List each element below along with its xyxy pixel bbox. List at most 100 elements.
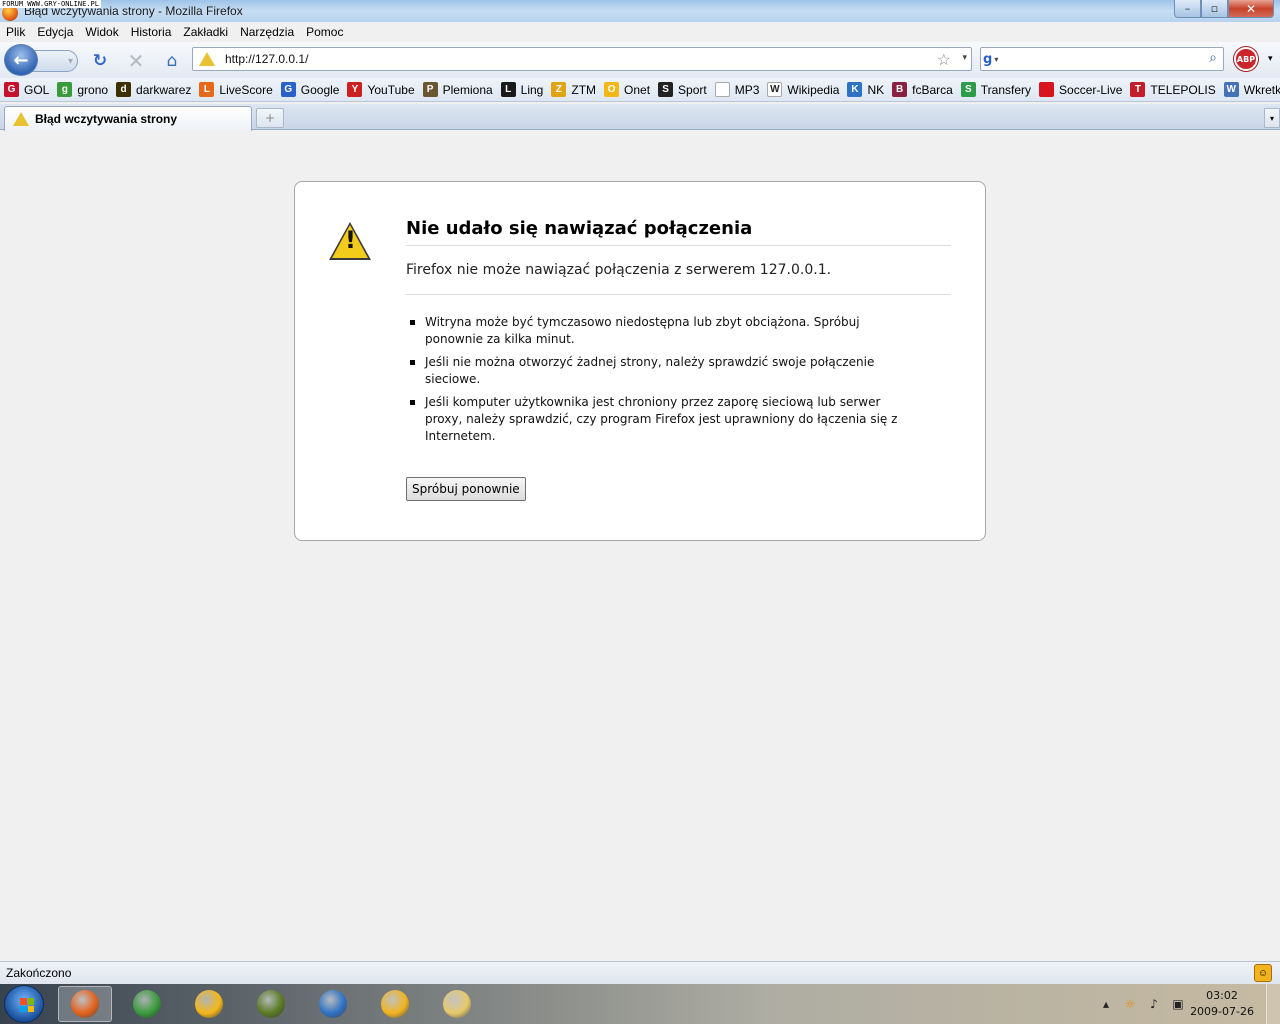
bookmark-telepolis[interactable]: T TELEPOLIS [1126, 82, 1219, 97]
sun-icon[interactable]: ☼ [1122, 996, 1138, 1012]
bookmark-google[interactable]: G Google [277, 82, 344, 97]
error-panel: ! Nie udało się nawiązać połączenia Fire… [294, 181, 986, 541]
bookmark-darkwarez[interactable]: d darkwarez [112, 82, 195, 97]
back-button[interactable]: ← [4, 44, 38, 76]
winamp-icon [381, 990, 409, 1018]
new-tab-button[interactable]: + [256, 108, 284, 128]
menu-pomoc[interactable]: Pomoc [300, 25, 349, 39]
bookmark-fcbarca[interactable]: BfcBarca [888, 82, 957, 97]
search-icon[interactable]: ⌕ [1209, 50, 1217, 66]
fcbarca-icon: B [892, 82, 908, 97]
show-desktop-button[interactable] [1266, 984, 1280, 1024]
onet-icon: O [604, 82, 620, 97]
bookmark-nk[interactable]: K NK [843, 82, 888, 97]
bookmark-label: Sport [678, 82, 707, 97]
google-search-engine-icon[interactable]: g ▾ [983, 50, 1011, 68]
url-bar[interactable]: http://127.0.0.1/ ☆ ▾ [192, 47, 972, 71]
network-icon[interactable]: ▣ [1170, 996, 1186, 1012]
search-bar[interactable]: g ▾ ⌕ [980, 47, 1224, 71]
bookmark-gol[interactable]: G GOL [0, 82, 53, 97]
maximize-button[interactable]: ▫ [1201, 0, 1228, 18]
error-suggestions: Witryna może być tymczasowo niedostępna … [410, 314, 920, 451]
menu-bar: Plik Edycja Widok Historia Zakładki Narz… [0, 22, 1280, 42]
volume-icon[interactable]: ♪ [1146, 996, 1162, 1012]
home-icon[interactable]: ⌂ [162, 51, 182, 71]
menu-edycja[interactable]: Edycja [31, 25, 79, 39]
bookmark-livescore[interactable]: L LiveScore [195, 82, 276, 97]
bookmark-label: Wikipedia [787, 82, 840, 97]
retry-button[interactable]: Spróbuj ponownie [406, 477, 526, 501]
chevron-down-icon[interactable]: ▾ [68, 56, 73, 67]
bookmark-label: Transfery [980, 82, 1032, 97]
bookmark-sport[interactable]: S Sport [654, 82, 711, 97]
menu-historia[interactable]: Historia [125, 25, 178, 39]
window-controls: – ▫ ✕ [1174, 0, 1274, 18]
bookmark-wkretka[interactable]: W Wkretka [1220, 82, 1280, 97]
taskbar: ▴ ☼ ♪ ▣ 03:02 2009-07-26 [0, 984, 1280, 1024]
gadu-gadu-taskbar-button[interactable] [182, 986, 236, 1022]
adblock-plus-icon[interactable]: ABP [1234, 47, 1258, 71]
sun-icon [195, 990, 223, 1018]
bookmark-plemiona[interactable]: P Plemiona [419, 82, 497, 97]
darkwarez-icon: d [116, 82, 132, 97]
close-button[interactable]: ✕ [1228, 0, 1274, 18]
ztm-icon: Z [551, 82, 567, 97]
watermark: FORUM WWW.GRY-ONLINE.PL [0, 0, 101, 8]
bookmark-youtube[interactable]: Y YouTube [343, 82, 418, 97]
bookmark-grono[interactable]: g grono [53, 82, 112, 97]
reload-icon[interactable]: ↻ [90, 51, 110, 71]
exclamation-icon: ! [345, 226, 356, 254]
warning-icon [13, 112, 29, 126]
list-item: Witryna może być tymczasowo niedostępna … [410, 314, 920, 348]
ling-icon: L [500, 82, 516, 97]
status-text: Zakończono [6, 966, 72, 980]
aimp-taskbar-button[interactable] [306, 986, 360, 1022]
transfery-icon: S [960, 82, 976, 97]
stop-icon[interactable]: ✕ [126, 49, 146, 73]
bookmark-label: MP3 [734, 82, 760, 97]
bookmark-label: GOL [24, 82, 50, 97]
bookmark-soccer-live[interactable]: Soccer-Live [1035, 82, 1126, 97]
url-history-dropdown-icon[interactable]: ▾ [962, 52, 967, 63]
bookmark-label: Plemiona [442, 82, 493, 97]
chrome-taskbar-button[interactable] [120, 986, 174, 1022]
bookmark-ling[interactable]: L Ling [497, 82, 548, 97]
tab-error-page[interactable]: Błąd wczytywania strony [4, 106, 252, 131]
clock-date: 2009-07-26 [1190, 1005, 1254, 1018]
start-button[interactable] [4, 985, 44, 1023]
bookmark-wikipedia[interactable]: W Wikipedia [763, 82, 843, 97]
menu-zakladki[interactable]: Zakładki [177, 25, 234, 39]
bookmark-label: Ling [520, 82, 544, 97]
clock[interactable]: 03:02 2009-07-26 [1190, 988, 1254, 1020]
bookmark-ztm[interactable]: Z ZTM [547, 82, 600, 97]
show-hidden-icons-icon[interactable]: ▴ [1098, 996, 1114, 1012]
quake-taskbar-button[interactable] [244, 986, 298, 1022]
explorer-taskbar-button[interactable] [430, 986, 484, 1022]
abp-dropdown-icon[interactable]: ▾ [1268, 54, 1273, 64]
bookmark-label: Google [300, 82, 340, 97]
minimize-button[interactable]: – [1174, 0, 1201, 18]
clock-time: 03:02 [1206, 989, 1238, 1002]
bookmark-transfery[interactable]: S Transfery [957, 82, 1035, 97]
bookmark-label: TELEPOLIS [1150, 82, 1216, 97]
bookmark-star-icon[interactable]: ☆ [937, 50, 951, 70]
bookmark-onet[interactable]: O Onet [600, 82, 654, 97]
telepolis-icon: T [1130, 82, 1146, 97]
menu-widok[interactable]: Widok [79, 25, 124, 39]
status-bar: Zakończono ☺ [0, 961, 1280, 984]
error-title: Nie udało się nawiązać połączenia [406, 218, 951, 246]
bookmarks-toolbar: G GOL g grono d darkwarez L LiveScore G Google Y Yo… [0, 78, 1280, 102]
tab-list-button[interactable]: ▾ [1264, 108, 1280, 128]
greasemonkey-icon[interactable]: ☺ [1254, 964, 1272, 982]
winamp-taskbar-button[interactable] [368, 986, 422, 1022]
sport-icon: S [658, 82, 674, 97]
menu-narzedzia[interactable]: Narzędzia [234, 25, 300, 39]
firefox-taskbar-button[interactable] [58, 986, 112, 1022]
url-text[interactable]: http://127.0.0.1/ [225, 52, 308, 66]
bookmark-mp3[interactable]: MP3 [711, 82, 764, 97]
soccer-live-icon [1039, 82, 1055, 97]
menu-plik[interactable]: Plik [0, 25, 31, 39]
youtube-icon: Y [347, 82, 363, 97]
wikipedia-icon: W [767, 82, 783, 97]
bookmark-label: Onet [624, 82, 651, 97]
